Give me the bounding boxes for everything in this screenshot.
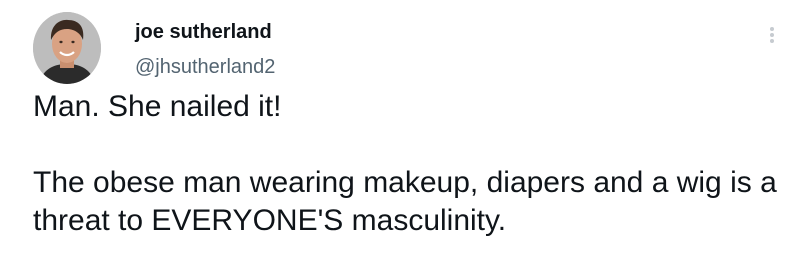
avatar[interactable] [33,12,101,84]
more-dot [770,27,774,31]
display-name[interactable]: joe sutherland [135,19,272,45]
more-dot [770,39,774,43]
more-dot [770,33,774,37]
user-handle[interactable]: @jhsutherland2 [135,54,275,80]
more-options-icon[interactable] [760,22,784,48]
tweet-card: joe sutherland @jhsutherland2 Man. She n… [0,0,800,262]
tweet-text-line: The obese man wearing makeup, diapers an… [33,166,777,237]
tweet-text: Man. She nailed it! The obese man wearin… [33,88,783,240]
tweet-text-line: Man. She nailed it! [33,90,282,123]
avatar-image [33,12,101,84]
